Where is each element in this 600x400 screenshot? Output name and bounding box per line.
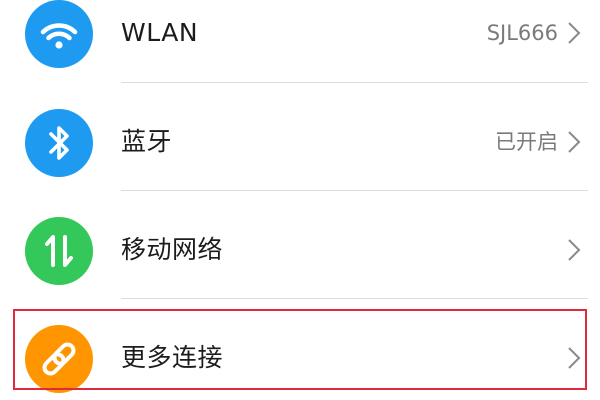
settings-item-value: 已开启 <box>495 130 558 154</box>
settings-item-label: 更多连接 <box>121 343 224 372</box>
chevron-right-icon <box>566 237 582 263</box>
mobile-data-icon <box>25 217 93 285</box>
settings-item-label: WLAN <box>121 18 199 47</box>
wifi-icon <box>25 0 93 68</box>
bluetooth-icon <box>25 109 93 177</box>
settings-item-value: SJL666 <box>486 21 558 45</box>
chevron-right-icon <box>566 20 582 46</box>
chevron-right-icon <box>566 345 582 371</box>
settings-item-label: 蓝牙 <box>121 127 173 156</box>
settings-item-label: 移动网络 <box>121 235 224 264</box>
settings-item-mobile-network[interactable]: 移动网络 <box>0 191 600 299</box>
chevron-right-icon <box>566 129 582 155</box>
link-icon <box>25 325 93 393</box>
settings-screen: WLAN SJL666 蓝牙 已开启 移动网络 更多连接 <box>0 0 600 400</box>
settings-item-more-connections[interactable]: 更多连接 <box>0 299 600 400</box>
settings-item-wlan[interactable]: WLAN SJL666 <box>0 0 600 82</box>
settings-item-bluetooth[interactable]: 蓝牙 已开启 <box>0 83 600 191</box>
